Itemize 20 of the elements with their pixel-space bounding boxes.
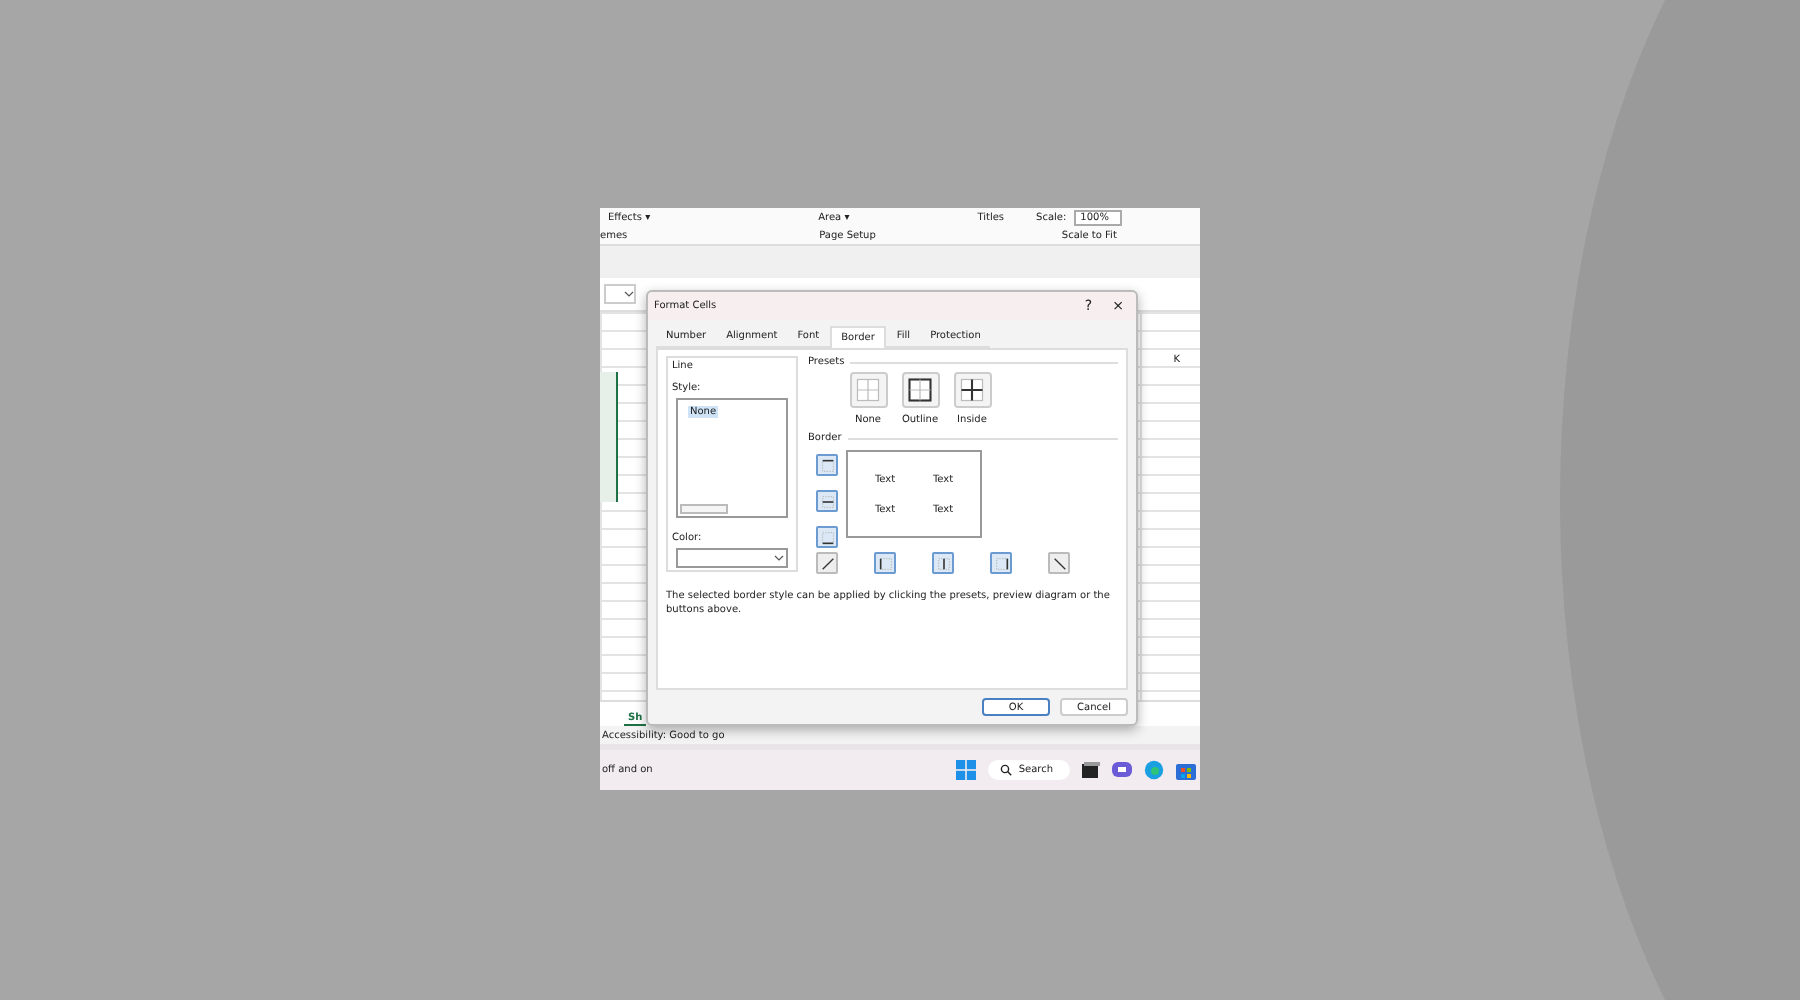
chat-icon[interactable]	[1111, 761, 1132, 779]
preset-button[interactable]	[901, 372, 939, 408]
browser-icon[interactable]	[1143, 760, 1164, 780]
vertical-border-button[interactable]	[932, 552, 954, 574]
top-border-button[interactable]	[816, 454, 838, 476]
selected-cells	[600, 372, 618, 502]
left-border-button[interactable]	[874, 552, 896, 574]
bottom-border-button[interactable]	[816, 526, 838, 548]
color-dropdown[interactable]	[676, 548, 788, 568]
preset-button[interactable]	[953, 372, 991, 408]
middle-border-button[interactable]	[816, 490, 838, 512]
right-border-button[interactable]	[990, 552, 1012, 574]
diagonal-down-button[interactable]	[1048, 552, 1070, 574]
store-icon[interactable]	[1175, 760, 1196, 780]
windows-logo-icon[interactable]	[956, 760, 977, 780]
window-icon[interactable]	[1081, 761, 1100, 779]
chevron-icon	[624, 290, 634, 298]
diagonal-up-button[interactable]	[816, 552, 838, 574]
chevron-icon	[774, 554, 784, 562]
search-icon	[1000, 764, 1013, 776]
